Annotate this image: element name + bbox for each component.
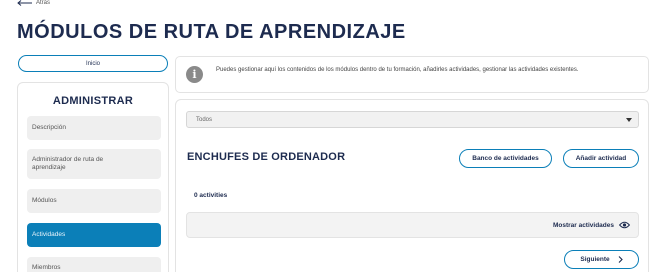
- activities-count: 0 activities: [194, 192, 228, 199]
- sidebar-item-label: Miembros: [32, 264, 61, 271]
- caret-down-icon: [626, 118, 632, 122]
- sidebar-item-descripcion[interactable]: Descripción: [27, 116, 161, 140]
- admin-sidebar: ADMINISTRAR Descripción Administrador de…: [17, 82, 169, 272]
- add-activity-button[interactable]: Añadir actividad: [563, 149, 639, 168]
- show-activities-toggle[interactable]: Mostrar actividades: [553, 221, 630, 229]
- sidebar-heading: ADMINISTRAR: [52, 95, 134, 107]
- module-title: ENCHUFES DE ORDENADOR: [187, 151, 346, 163]
- back-link[interactable]: Atrás: [17, 0, 50, 6]
- show-activities-label: Mostrar actividades: [552, 221, 614, 229]
- activities-list: Mostrar actividades: [186, 212, 639, 238]
- inicio-button[interactable]: Inicio: [18, 55, 168, 72]
- sidebar-item-label: Administrador de ruta de aprendizaje: [32, 156, 104, 171]
- sidebar-item-actividades[interactable]: Actividades: [27, 223, 161, 247]
- arrow-left-icon: [17, 0, 32, 6]
- sidebar-item-administrador[interactable]: Administrador de ruta de aprendizaje: [27, 149, 161, 179]
- chevron-right-icon: [618, 256, 623, 263]
- eye-icon: [619, 221, 630, 229]
- info-text: Puedes gestionar aquí los contenidos de …: [216, 67, 579, 73]
- sidebar-item-label: Actividades: [32, 231, 66, 238]
- page-title: MÓDULOS DE RUTA DE APRENDIZAJE: [17, 21, 406, 43]
- next-button[interactable]: Siguiente: [564, 250, 639, 269]
- sidebar-item-label: Módulos: [32, 197, 57, 204]
- sidebar-item-modulos[interactable]: Módulos: [27, 189, 161, 213]
- sidebar-item-label: Descripción: [32, 124, 66, 131]
- info-banner: i Puedes gestionar aquí los contenidos d…: [175, 56, 649, 93]
- info-icon: i: [186, 66, 203, 83]
- back-label: Atrás: [36, 0, 51, 6]
- filter-select[interactable]: Todos: [186, 111, 639, 128]
- activity-bank-button[interactable]: Banco de actividades: [459, 149, 552, 168]
- next-label: Siguiente: [580, 256, 610, 263]
- activities-panel: Todos ENCHUFES DE ORDENADOR Banco de act…: [175, 99, 649, 272]
- filter-selected-value: Todos: [196, 116, 213, 123]
- sidebar-item-miembros[interactable]: Miembros: [27, 257, 161, 272]
